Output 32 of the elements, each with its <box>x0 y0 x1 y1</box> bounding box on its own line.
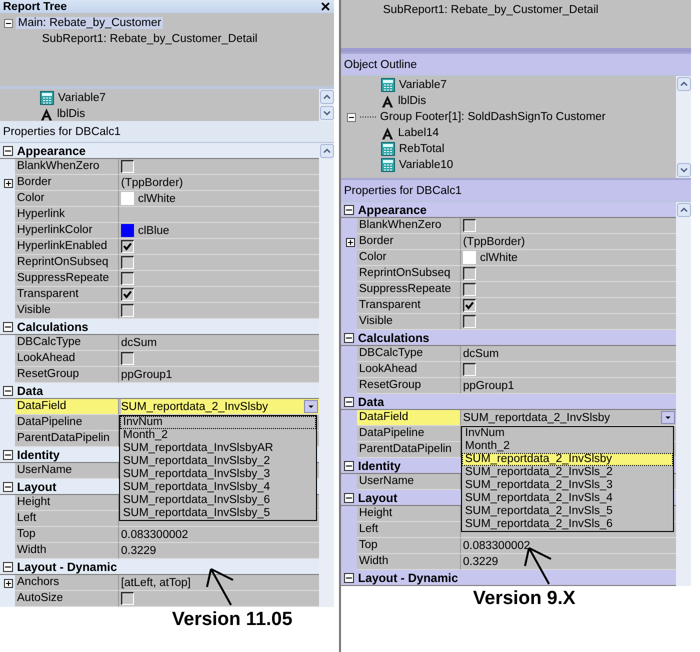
version-caption: Version 9.X <box>473 588 576 610</box>
property-value: 0.083300002 <box>121 528 188 540</box>
category-name: Calculations <box>358 330 430 344</box>
property-value: 0.3229 <box>121 544 156 556</box>
category-name: Data <box>358 394 384 408</box>
property-value: ppGroup1 <box>121 368 172 380</box>
property-value: 0.083300002 <box>463 540 530 552</box>
section-title: Object Outline <box>344 58 417 70</box>
category-name: Appearance <box>17 144 86 158</box>
section-title: Properties for DBCalc1 <box>344 184 462 196</box>
category-name: Layout - Dynamic <box>358 570 458 584</box>
property-value: [atLeft, atTop] <box>121 576 191 588</box>
category-name: Identity <box>358 458 401 472</box>
property-value: dcSum <box>463 348 499 360</box>
category-name: Layout <box>17 480 56 494</box>
panel-title: Report Tree <box>3 0 67 12</box>
category-name: Identity <box>17 448 60 462</box>
property-value: dcSum <box>121 336 157 348</box>
category-name: Calculations <box>17 320 88 334</box>
category-name: Appearance <box>358 202 427 216</box>
property-value: clBlue <box>138 224 170 236</box>
property-value: clWhite <box>480 252 518 264</box>
property-value: (TppBorder) <box>121 176 183 188</box>
property-value: (TppBorder) <box>463 236 525 248</box>
property-value: 0.3229 <box>463 556 498 568</box>
category-name: Data <box>17 384 44 398</box>
category-name: Layout - Dynamic <box>17 560 118 574</box>
category-name: Layout <box>358 490 398 504</box>
property-value: ppGroup1 <box>463 380 514 392</box>
version-caption: Version 11.05 <box>172 609 292 631</box>
property-value: clWhite <box>138 192 176 204</box>
section-title: Properties for DBCalc1 <box>3 126 121 138</box>
